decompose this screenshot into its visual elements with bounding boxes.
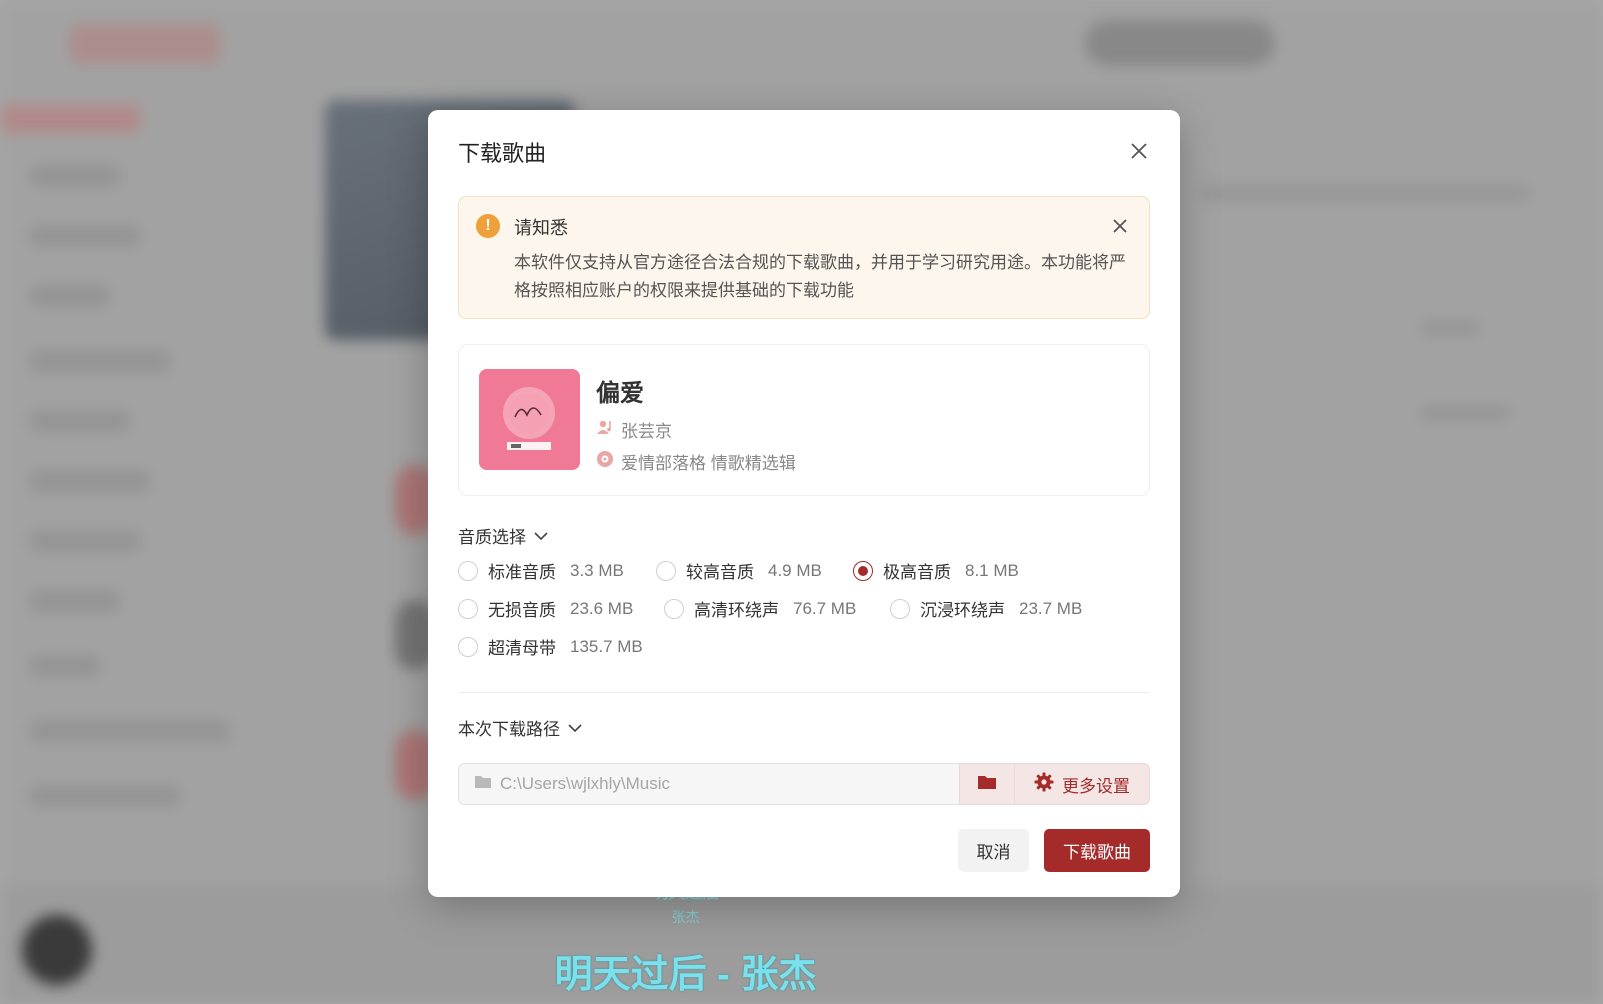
download-path-input[interactable]: C:\Users\wjlxhly\Music — [458, 763, 959, 805]
lyric-artist: 张杰 — [671, 909, 700, 925]
quality-option-master[interactable]: 超清母带 135.7 MB — [458, 634, 643, 659]
download-path-value: C:\Users\wjlxhly\Music — [500, 774, 671, 793]
browse-folder-button[interactable] — [959, 763, 1015, 805]
quality-option-higher[interactable]: 较高音质 4.9 MB — [656, 558, 822, 583]
path-section-toggle[interactable]: 本次下载路径 — [458, 715, 582, 740]
radio-button[interactable] — [656, 560, 676, 581]
folder-open-icon — [977, 774, 997, 795]
notice-text: 本软件仅支持从官方途径合法合规的下载歌曲，并用于学习研究用途。本功能将严格按照相… — [514, 253, 1126, 300]
quality-option-size: 23.6 MB — [570, 598, 634, 618]
album-icon — [596, 450, 614, 473]
album-cover — [479, 369, 580, 470]
close-icon[interactable] — [1128, 140, 1150, 162]
quality-option-size: 3.3 MB — [570, 560, 624, 580]
quality-option-label: 极高音质 — [883, 563, 951, 582]
song-album-row: 爱情部落格 情歌精选辑 — [596, 449, 796, 474]
quality-option-hd-surround[interactable]: 高清环绕声 76.7 MB — [664, 596, 856, 621]
radio-button[interactable] — [458, 598, 478, 619]
quality-option-standard[interactable]: 标准音质 3.3 MB — [458, 558, 624, 583]
sidebar — [0, 95, 290, 925]
user-area — [1085, 20, 1275, 66]
cancel-button[interactable]: 取消 — [958, 829, 1029, 872]
artist-name[interactable]: 张芸京 — [621, 417, 672, 442]
album-name[interactable]: 爱情部落格 情歌精选辑 — [621, 449, 796, 474]
quality-option-exhigh[interactable]: 极高音质 8.1 MB — [853, 558, 1019, 583]
quality-option-size: 135.7 MB — [570, 636, 643, 656]
song-title: 偏爱 — [596, 380, 644, 407]
radio-button[interactable] — [458, 560, 478, 581]
chevron-down-icon — [534, 526, 548, 546]
gear-icon — [1034, 772, 1054, 797]
dialog-title: 下载歌曲 — [458, 141, 547, 166]
radio-button[interactable] — [458, 636, 478, 657]
chevron-down-icon — [568, 718, 582, 738]
warning-icon: ! — [476, 214, 500, 238]
lyric-current-line: 明天过后 - 张杰 — [554, 954, 817, 996]
radio-button[interactable] — [664, 598, 684, 619]
folder-icon — [474, 774, 492, 794]
quality-option-size: 4.9 MB — [768, 560, 822, 580]
path-label: 本次下载路径 — [458, 720, 560, 739]
quality-section-toggle[interactable]: 音质选择 — [458, 523, 548, 548]
quality-option-label: 沉浸环绕声 — [920, 601, 1005, 620]
quality-option-label: 超清母带 — [488, 639, 556, 658]
notice-title: 请知悉 — [514, 218, 568, 238]
divider — [458, 692, 1150, 693]
artist-icon — [596, 418, 614, 441]
download-button[interactable]: 下载歌曲 — [1044, 829, 1150, 872]
radio-button[interactable] — [853, 560, 873, 581]
more-settings-label: 更多设置 — [1062, 776, 1130, 796]
quality-label: 音质选择 — [458, 528, 526, 547]
quality-option-size: 8.1 MB — [965, 560, 1019, 580]
quality-option-label: 无损音质 — [488, 601, 556, 620]
song-artist-row: 张芸京 — [596, 417, 672, 442]
download-dialog: 下载歌曲 ! 请知悉 本软件仅支持从官方途径合法合规的下载歌曲，并用于学习研究用… — [428, 110, 1180, 897]
quality-option-label: 高清环绕声 — [694, 601, 779, 620]
radio-button[interactable] — [890, 598, 910, 619]
quality-option-label: 较高音质 — [686, 563, 754, 582]
quality-option-immersive[interactable]: 沉浸环绕声 23.7 MB — [890, 596, 1082, 621]
more-settings-button[interactable]: 更多设置 — [1015, 763, 1150, 805]
quality-option-size: 23.7 MB — [1019, 598, 1083, 618]
quality-option-size: 76.7 MB — [793, 598, 857, 618]
quality-option-lossless[interactable]: 无损音质 23.6 MB — [458, 596, 633, 621]
quality-option-label: 标准音质 — [488, 563, 556, 582]
notice-alert: ! 请知悉 本软件仅支持从官方途径合法合规的下载歌曲，并用于学习研究用途。本功能… — [458, 196, 1150, 319]
song-card: 偏爱 张芸京 爱情部落格 情歌精选辑 — [458, 344, 1150, 496]
notice-close-icon[interactable] — [1111, 217, 1129, 235]
app-logo — [70, 24, 220, 64]
